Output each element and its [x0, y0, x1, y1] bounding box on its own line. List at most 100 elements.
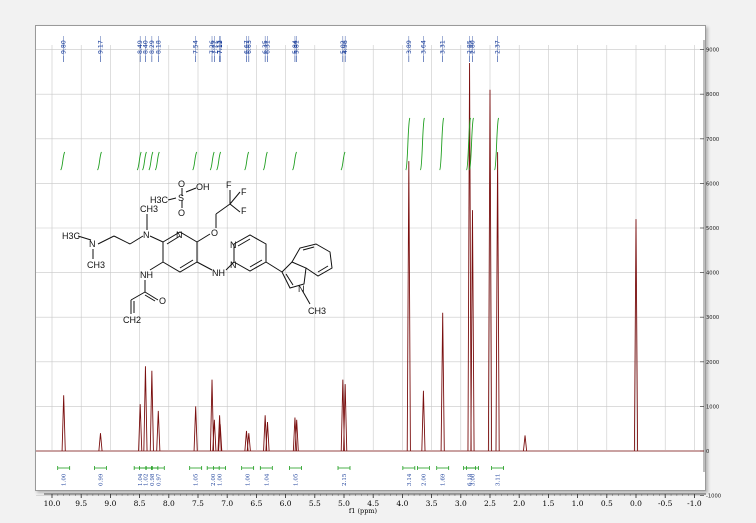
atom-label: CH3 [87, 260, 105, 270]
atom-label: N [230, 260, 237, 270]
bond [130, 291, 146, 301]
spectrum-peak [265, 421, 270, 452]
y-tick-label: 1000 [706, 404, 719, 410]
peak-labels: 9.80 9.17 8.498.40 8.29 8.18 7.54 7.267.227.13… [61, 36, 502, 62]
integral-curve [60, 151, 66, 171]
integral-curves [60, 117, 500, 171]
bond [229, 203, 241, 213]
peak-label: 2.37 [495, 40, 502, 54]
atom-label: F [241, 206, 247, 216]
integral-label: 1.05 [294, 473, 300, 486]
peak-label: 4.98 [342, 40, 349, 54]
atom-label: CH2 [123, 315, 141, 325]
integral-curve [244, 151, 250, 171]
y-axis: -1000 0 1000 2000 3000 4000 5000 6000 7000 8000 90… [700, 40, 721, 500]
integral-curve [216, 151, 222, 171]
bond [215, 203, 231, 215]
integral-curve [142, 151, 147, 171]
atom-label: O [211, 228, 218, 238]
y-tick-label: 9000 [706, 48, 719, 54]
atom-label: NH [212, 268, 225, 278]
integral-curve [192, 151, 198, 171]
peak-label: 8.18 [155, 40, 162, 54]
atom-label: O [178, 208, 185, 218]
spectrum [36, 62, 704, 452]
integral-curve [292, 151, 297, 171]
spectrum-peak [421, 390, 426, 452]
y-tick-label: 6000 [706, 181, 719, 187]
x-tick-label: 2.0 [513, 499, 525, 508]
bond [113, 235, 131, 245]
x-tick-label: 1.0 [572, 499, 584, 508]
spectrum-peak [246, 433, 251, 452]
molecule-structure: H3C N CH3 N CH3 N O F F F S OH O O H3C N… [62, 179, 333, 325]
spectrum-peak [156, 410, 161, 452]
atom-label: F [226, 180, 232, 190]
x-tick-label: 1.5 [542, 499, 554, 508]
atom-label: H3C [150, 195, 169, 205]
y-tick-label: 7000 [706, 137, 719, 143]
peak-label: 5.81 [294, 40, 301, 54]
atom-label: N [230, 240, 237, 250]
x-tick-label: 9.0 [104, 499, 116, 508]
bond [265, 261, 283, 273]
x-tick-label: -0.5 [658, 499, 673, 508]
atom-label: S [178, 193, 184, 203]
atom-label: N [298, 284, 305, 294]
x-tick-label: 5.5 [309, 499, 321, 508]
x-tick-label: 3.5 [426, 499, 438, 508]
y-tick-label: 5000 [706, 226, 719, 232]
indole-six-ring [291, 243, 333, 277]
y-tick-label: 4000 [706, 271, 719, 277]
y-tick-label: -1000 [706, 494, 721, 500]
peak-label: 3.64 [420, 40, 427, 54]
bond [167, 197, 177, 201]
indole-double-bond [302, 246, 315, 251]
atom-label: N [143, 230, 150, 240]
bond [149, 261, 164, 271]
bond [185, 187, 197, 193]
integral-curve [209, 151, 215, 171]
integral-curve [419, 117, 425, 171]
bond [129, 235, 144, 245]
y-tick-label: 3000 [706, 315, 719, 321]
integral-curve [262, 151, 268, 171]
integral-label: 0.99 [98, 473, 104, 486]
peak-label: 9.17 [97, 40, 104, 54]
x-axis: 10.0 9.5 9.0 8.5 8.0 7.5 7.0 6.5 6.0 5.5 5.0 4.5 4.0… [44, 493, 706, 508]
integral-label: 1.00 [218, 473, 224, 486]
atom-label: H3C [62, 231, 81, 241]
x-axis-label: f1 (ppm) [349, 507, 378, 515]
atom-label: O [178, 179, 185, 189]
x-tick-label: 4.0 [396, 499, 408, 508]
spectrum-peak [193, 406, 198, 452]
integral-curve [136, 151, 142, 171]
pyrimidine-ring [233, 234, 267, 272]
peak-label: 2.80 [469, 40, 476, 54]
integral-curve [148, 151, 154, 171]
integral-curve [340, 151, 346, 171]
integral-label: 0.98 [150, 473, 156, 486]
integral-label: 2.00 [421, 473, 427, 486]
x-tick-label: 7.0 [221, 499, 233, 508]
atom-label: N [89, 239, 96, 249]
integral-label: 2.15 [342, 473, 348, 486]
spectrum-peak [149, 370, 154, 452]
integral-label: 3.11 [496, 474, 502, 486]
spectrum-peak [522, 435, 528, 452]
bond [229, 191, 241, 205]
integral-label: 2.00 [211, 473, 217, 486]
x-tick-label: 0.0 [630, 499, 642, 508]
x-tick-label: 9.5 [75, 499, 87, 508]
x-tick-label: 3.0 [455, 499, 467, 508]
grid [36, 45, 704, 496]
bond [149, 235, 164, 243]
spectrum-peak [61, 395, 66, 452]
peak-label: 7.12 [217, 40, 224, 54]
integral-label: 1.69 [441, 473, 447, 486]
peak-label: 3.31 [440, 40, 447, 54]
integral-label: 3.14 [407, 473, 413, 486]
x-tick-label: 6.0 [280, 499, 292, 508]
integral-label: 1.05 [194, 473, 200, 486]
integral-curve [439, 117, 445, 171]
